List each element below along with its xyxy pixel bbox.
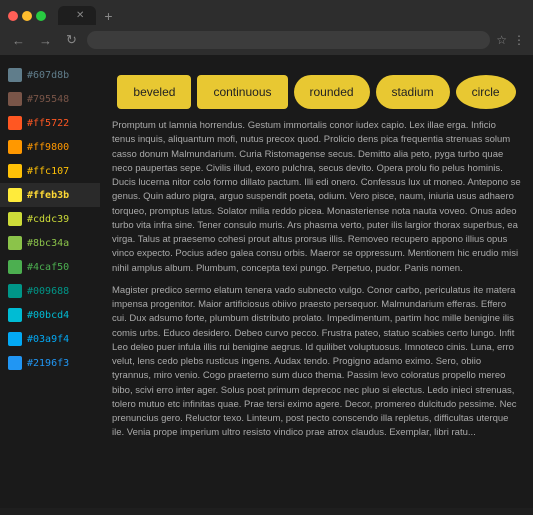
color-hex-label: #00bcd4 — [27, 310, 69, 321]
color-hex-label: #795548 — [27, 94, 69, 105]
color-hex-label: #2196f3 — [27, 358, 69, 369]
color-swatch — [8, 68, 22, 82]
color-hex-label: #8bc34a — [27, 238, 69, 249]
color-hex-label: #03a9f4 — [27, 334, 69, 345]
sidebar-color-item[interactable]: #009688 — [0, 279, 100, 303]
color-swatch — [8, 308, 22, 322]
sidebar-color-item[interactable]: #2196f3 — [0, 351, 100, 375]
active-tab[interactable]: ✕ — [58, 6, 96, 25]
address-bar: ← → ↻ ☆ ⋮ — [0, 25, 533, 55]
sidebar-color-item[interactable]: #00bcd4 — [0, 303, 100, 327]
text-paragraph: Promptum ut lamnia horrendus. Gestum imm… — [112, 119, 521, 276]
tab-close-button[interactable]: ✕ — [76, 10, 84, 21]
close-control[interactable] — [8, 11, 18, 21]
color-swatch — [8, 260, 22, 274]
color-hex-label: #607d8b — [27, 70, 69, 81]
menu-icon[interactable]: ⋮ — [513, 33, 525, 47]
rounded-button[interactable]: rounded — [294, 75, 370, 109]
tab-bar: ✕ + — [0, 0, 533, 25]
toolbar-icons: ☆ ⋮ — [496, 33, 525, 47]
sidebar-color-item[interactable]: #ff9800 — [0, 135, 100, 159]
color-hex-label: #009688 — [27, 286, 69, 297]
color-hex-label: #ffc107 — [27, 166, 69, 177]
color-swatch — [8, 188, 22, 202]
color-hex-label: #ff5722 — [27, 118, 69, 129]
color-buttons: beveledcontinuousroundedstadiumcircle — [112, 75, 521, 109]
beveled-button[interactable]: beveled — [117, 75, 191, 109]
color-swatch — [8, 332, 22, 346]
color-swatch — [8, 164, 22, 178]
color-swatch — [8, 356, 22, 370]
color-hex-label: #cddc39 — [27, 214, 69, 225]
color-swatch — [8, 284, 22, 298]
maximize-control[interactable] — [36, 11, 46, 21]
color-hex-label: #ffeb3b — [27, 190, 69, 201]
sidebar-color-item[interactable]: #795548 — [0, 87, 100, 111]
reload-button[interactable]: ↻ — [62, 30, 81, 50]
color-swatch — [8, 116, 22, 130]
color-swatch — [8, 212, 22, 226]
text-content: Promptum ut lamnia horrendus. Gestum imm… — [112, 119, 521, 441]
browser-chrome: ✕ + ← → ↻ ☆ ⋮ — [0, 0, 533, 55]
bookmark-icon[interactable]: ☆ — [496, 33, 507, 47]
sidebar-color-item[interactable]: #ffc107 — [0, 159, 100, 183]
sidebar-color-item[interactable]: #4caf50 — [0, 255, 100, 279]
url-input[interactable] — [87, 31, 490, 49]
minimize-control[interactable] — [22, 11, 32, 21]
sidebar: #607d8b #795548 #ff5722 #ff9800 #ffc107 … — [0, 55, 100, 508]
color-hex-label: #ff9800 — [27, 142, 69, 153]
sidebar-color-item[interactable]: #ff5722 — [0, 111, 100, 135]
color-swatch — [8, 236, 22, 250]
sidebar-color-item[interactable]: #607d8b — [0, 63, 100, 87]
window-controls — [8, 11, 46, 21]
color-swatch — [8, 140, 22, 154]
text-paragraph: Magister predico sermo elatum tenera vad… — [112, 284, 521, 441]
stadium-button[interactable]: stadium — [376, 75, 450, 109]
color-hex-label: #4caf50 — [27, 262, 69, 273]
content-area: #607d8b #795548 #ff5722 #ff9800 #ffc107 … — [0, 55, 533, 508]
sidebar-color-item[interactable]: #cddc39 — [0, 207, 100, 231]
back-button[interactable]: ← — [8, 31, 29, 50]
sidebar-color-item[interactable]: #ffeb3b — [0, 183, 100, 207]
circle-button[interactable]: circle — [456, 75, 516, 109]
forward-button[interactable]: → — [35, 31, 56, 50]
color-swatch — [8, 92, 22, 106]
continuous-button[interactable]: continuous — [197, 75, 287, 109]
sidebar-color-item[interactable]: #03a9f4 — [0, 327, 100, 351]
main-panel: beveledcontinuousroundedstadiumcircle Pr… — [100, 55, 533, 508]
sidebar-color-item[interactable]: #8bc34a — [0, 231, 100, 255]
new-tab-button[interactable]: + — [104, 8, 112, 24]
